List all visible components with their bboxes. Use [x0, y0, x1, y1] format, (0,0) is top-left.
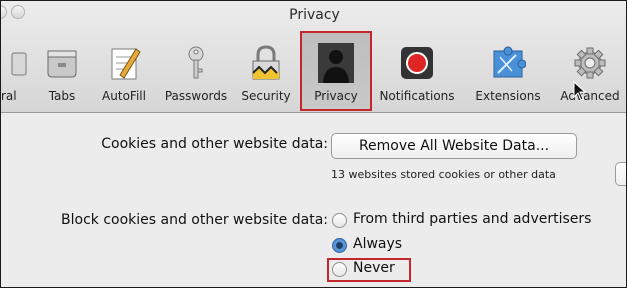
window-title: Privacy	[289, 7, 340, 23]
key-icon	[188, 46, 204, 79]
details-button[interactable]	[615, 162, 626, 186]
preferences-window: Privacy ral Tabs AutoFill Passwords Secu…	[0, 0, 627, 288]
tabs-icon	[47, 50, 77, 78]
person-silhouette-icon	[318, 43, 354, 83]
autofill-icon	[111, 48, 141, 80]
puzzle-icon	[493, 46, 526, 78]
tab-advanced[interactable]: Advanced	[549, 37, 626, 107]
radio-always[interactable]	[332, 238, 347, 253]
tab-general-label: ral	[1, 89, 17, 103]
radio-never-label: Never	[353, 260, 395, 276]
lock-icon	[252, 45, 280, 80]
block-cookies-label: Block cookies and other website data:	[61, 212, 328, 228]
tab-extensions-label: Extensions	[475, 89, 541, 103]
cookies-count-note: 13 websites stored cookies or other data	[331, 168, 556, 181]
remove-all-website-data-button[interactable]: Remove All Website Data...	[331, 133, 577, 159]
tab-security[interactable]: Security	[235, 37, 297, 107]
tab-notifications-label: Notifications	[379, 89, 455, 103]
radio-always-label: Always	[353, 236, 403, 252]
record-icon	[401, 47, 433, 79]
tab-passwords-label: Passwords	[164, 89, 228, 103]
tab-general[interactable]: ral	[1, 37, 33, 107]
gear-icon	[574, 47, 606, 79]
radio-third-parties[interactable]	[332, 213, 347, 228]
tab-autofill-label: AutoFill	[102, 89, 146, 103]
tab-advanced-label: Advanced	[560, 89, 620, 103]
tab-privacy-label: Privacy	[314, 89, 358, 103]
general-icon	[11, 52, 27, 76]
radio-never[interactable]	[332, 262, 347, 277]
privacy-pane: Cookies and other website data: Remove A…	[1, 114, 626, 287]
tab-autofill[interactable]: AutoFill	[93, 37, 155, 107]
tab-extensions[interactable]: Extensions	[467, 37, 549, 107]
tab-tabs[interactable]: Tabs	[37, 37, 87, 107]
radio-third-parties-label: From third parties and advertisers	[353, 211, 592, 227]
mouse-pointer-icon	[573, 81, 587, 101]
tab-privacy[interactable]: Privacy	[300, 31, 372, 111]
tab-security-label: Security	[241, 89, 291, 103]
tab-notifications[interactable]: Notifications	[373, 37, 461, 107]
cookies-label: Cookies and other website data:	[101, 136, 328, 152]
toolbar: Privacy ral Tabs AutoFill Passwords Secu…	[1, 1, 626, 113]
tab-tabs-label: Tabs	[48, 89, 76, 103]
tab-passwords[interactable]: Passwords	[161, 37, 231, 107]
